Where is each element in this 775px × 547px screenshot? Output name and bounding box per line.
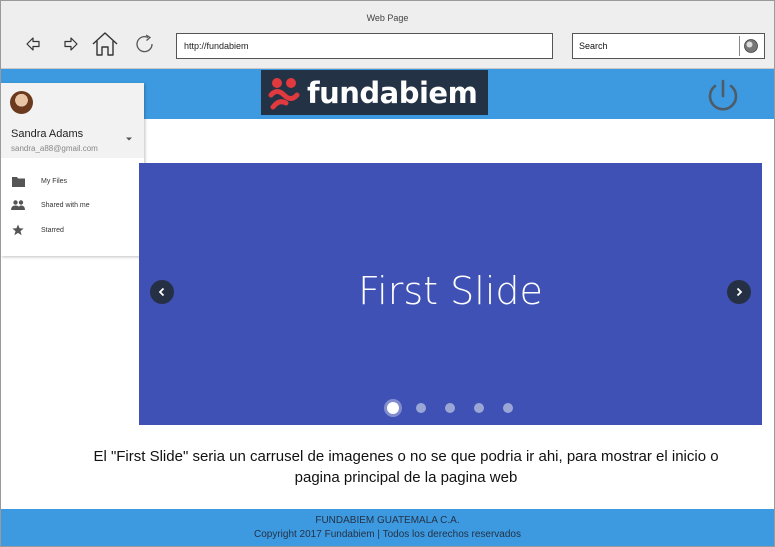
search-button[interactable] (739, 36, 762, 56)
drawer-item-shared[interactable]: Shared with me (1, 195, 144, 215)
carousel-dot[interactable] (445, 403, 455, 413)
user-email: sandra_a88@gmail.com (11, 144, 98, 153)
site-footer: FUNDABIEM GUATEMALA C.A. Copyright 2017 … (1, 509, 774, 546)
home-icon (92, 32, 118, 56)
address-bar[interactable]: http://fundabiem (176, 33, 553, 59)
footer-org: FUNDABIEM GUATEMALA C.A. (315, 515, 460, 526)
carousel-next-button[interactable] (727, 280, 751, 304)
reload-button[interactable] (130, 29, 160, 59)
search-input[interactable]: Search (572, 33, 765, 59)
reload-icon (136, 34, 153, 53)
forward-button[interactable] (56, 29, 86, 59)
fundabiem-logo-icon (268, 77, 300, 109)
drawer-item-label: Shared with me (41, 201, 90, 209)
caption-line-2: pagina principal de la pagina web (294, 469, 518, 486)
carousel-dot[interactable] (474, 403, 484, 413)
account-panel[interactable]: Sandra Adams sandra_a88@gmail.com (1, 83, 144, 158)
avatar[interactable] (10, 91, 33, 114)
power-button[interactable] (704, 77, 742, 120)
footer-copyright: Copyright 2017 Fundabiem | Todos los der… (253, 529, 521, 540)
user-name: Sandra Adams (11, 128, 84, 140)
drawer-item-my-files[interactable]: My Files (1, 171, 144, 191)
search-placeholder: Search (579, 41, 608, 51)
back-arrow-icon (26, 37, 40, 51)
carousel-dot[interactable] (503, 403, 513, 413)
star-icon (10, 222, 26, 238)
chevron-right-icon (736, 287, 743, 297)
home-button[interactable] (89, 29, 121, 59)
hero-carousel: First Slide (139, 163, 762, 425)
page-caption: El "First Slide" seria un carrusel de im… (41, 446, 771, 488)
window-title: Web Page (366, 13, 409, 23)
carousel-indicators (139, 401, 762, 415)
drawer-item-starred[interactable]: Starred (1, 220, 144, 240)
back-button[interactable] (18, 29, 48, 59)
carousel-dot[interactable] (416, 403, 426, 413)
browser-chrome: Web Page http://fundabiem Search (1, 1, 774, 69)
drawer-item-label: Starred (41, 226, 64, 234)
people-icon (10, 197, 26, 213)
carousel-dot[interactable] (387, 402, 399, 414)
browser-window: Web Page http://fundabiem Search fundabi… (0, 0, 775, 547)
forward-arrow-icon (64, 37, 78, 51)
power-icon (708, 79, 738, 111)
search-icon (744, 39, 758, 53)
site-logo[interactable]: fundabiem (261, 70, 488, 115)
drawer-item-label: My Files (41, 177, 68, 185)
navigation-drawer: Sandra Adams sandra_a88@gmail.com My Fil… (1, 83, 144, 256)
slide-title: First Slide (358, 269, 543, 313)
logo-text: fundabiem (307, 75, 478, 110)
chevron-left-icon (158, 287, 165, 297)
folder-icon (10, 173, 26, 189)
caption-line-1: El "First Slide" seria un carrusel de im… (93, 448, 719, 465)
carousel-prev-button[interactable] (150, 280, 174, 304)
chevron-down-icon[interactable] (125, 135, 133, 143)
